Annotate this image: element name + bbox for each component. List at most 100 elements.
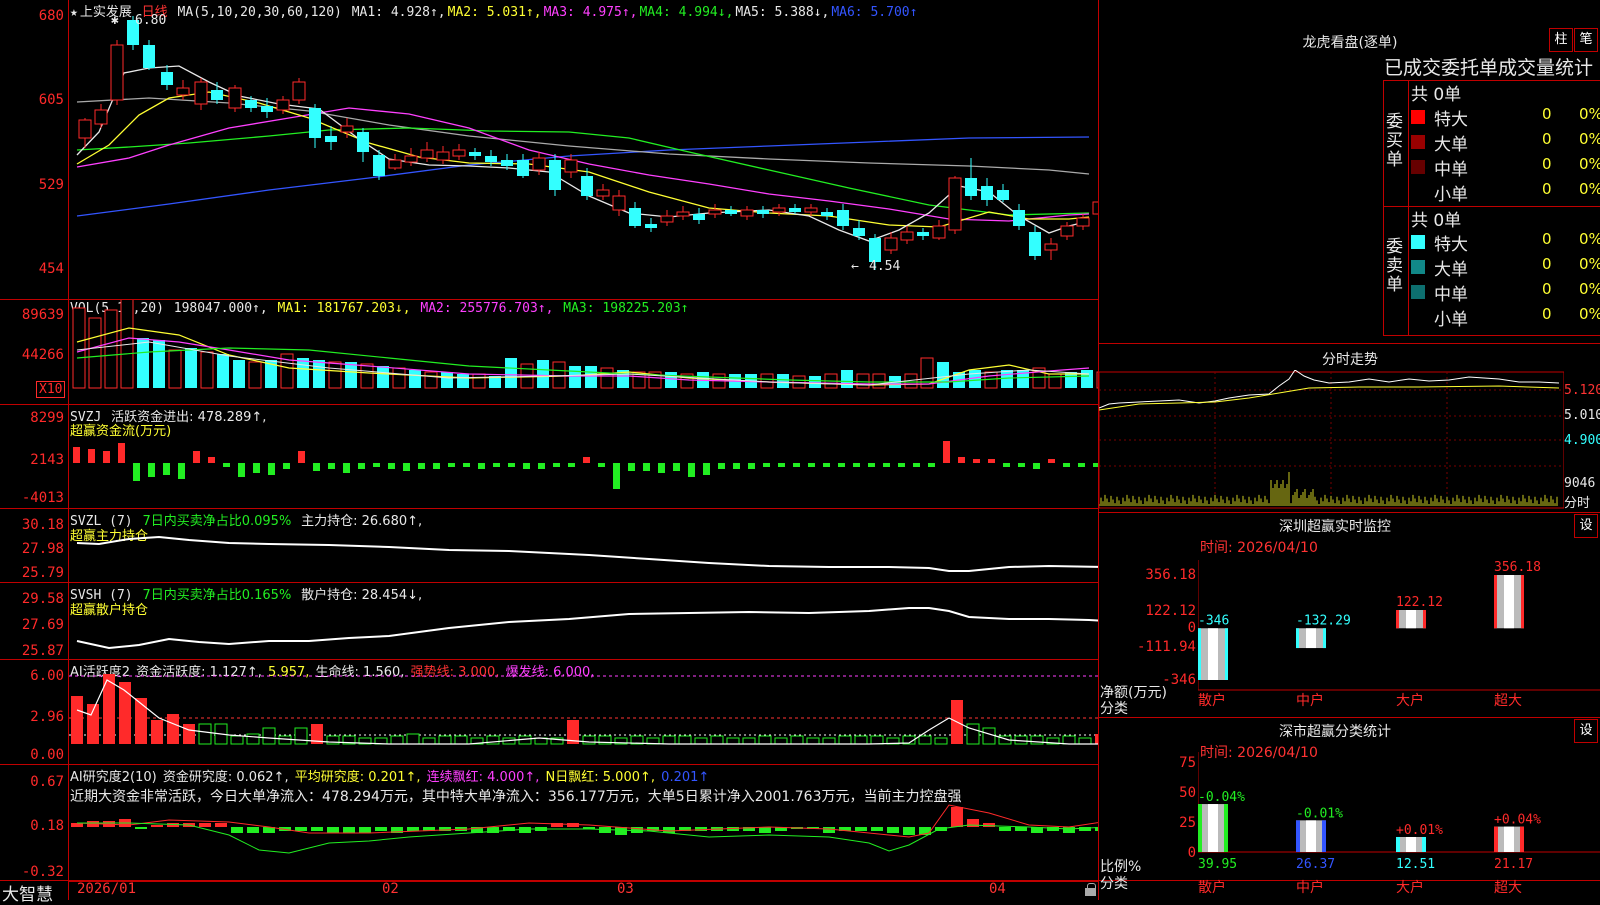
- lh-heading: 已成交委托单成交量统计: [1384, 57, 1594, 79]
- volume-bar: [345, 362, 357, 388]
- volume-bar: [1096, 371, 1098, 389]
- ai1-chart[interactable]: [69, 660, 1098, 764]
- activity-bar: [806, 737, 820, 745]
- sz-value-label: -132.29: [1296, 613, 1351, 628]
- flow-bar: [523, 463, 530, 469]
- buy-row[interactable]: 小单 0 0%: [1411, 180, 1600, 205]
- activity-bar: [982, 727, 996, 745]
- research-bar: [967, 819, 979, 827]
- sc-bar-highlight: [1306, 820, 1316, 852]
- flow-bar: [178, 463, 185, 479]
- buy-row[interactable]: 中单 0 0%: [1411, 155, 1600, 180]
- research-bar: [247, 827, 259, 833]
- y-tick: 25.87: [21, 643, 64, 659]
- sc-category: 大户: [1396, 879, 1424, 896]
- y-tick: 529: [38, 177, 64, 193]
- volume-bar: [569, 366, 581, 388]
- activity-bar: [1062, 735, 1076, 745]
- volume-bar: [665, 372, 677, 388]
- flow-bar: [988, 459, 995, 463]
- sc-bar-highlight: [1208, 804, 1218, 852]
- y-tick: 0: [1187, 845, 1196, 861]
- sz-category: 中户: [1296, 692, 1324, 709]
- sell-row[interactable]: 特大 0 0%: [1411, 230, 1600, 255]
- research-bar: [823, 827, 835, 833]
- volume-bar: [937, 362, 949, 388]
- activity-bar: [934, 737, 948, 745]
- candle-body: [388, 159, 402, 169]
- sell-row[interactable]: 大单 0 0%: [1411, 255, 1600, 280]
- color-swatch: [1411, 285, 1425, 299]
- y-tick: 0.18: [30, 818, 64, 834]
- volume-chart[interactable]: [69, 300, 1098, 404]
- lh-tick-button[interactable]: 笔: [1574, 28, 1598, 52]
- sz-value-label: -346: [1198, 613, 1229, 628]
- flow-bar: [808, 463, 815, 467]
- y-tick: 2143: [30, 452, 64, 468]
- sell-row[interactable]: 中单 0 0%: [1411, 280, 1600, 305]
- research-bar: [951, 807, 963, 827]
- kline-chart[interactable]: 6.80 ✱ 4.54 ←: [69, 0, 1098, 299]
- sz-bar-edge: [1521, 575, 1524, 629]
- svzj-chart[interactable]: [69, 405, 1098, 508]
- buy-row[interactable]: 特大 0 0%: [1411, 105, 1600, 130]
- y-tick: 27.98: [21, 541, 64, 557]
- sz-bar-highlight: [1208, 628, 1218, 680]
- ai2-chart[interactable]: [69, 765, 1098, 880]
- sc-change-label: +0.01%: [1396, 823, 1443, 838]
- activity-bar: [151, 720, 163, 744]
- activity-bar: [406, 733, 420, 745]
- candle-body: [292, 81, 306, 101]
- flow-bar: [1063, 463, 1070, 467]
- sz-settings-button[interactable]: 设: [1574, 514, 1598, 538]
- sz-net-chart[interactable]: -346 散户 -132.29 中户 122.12 大户 356.18 超大: [1198, 560, 1600, 715]
- lh-bar-button[interactable]: 柱: [1549, 28, 1573, 52]
- sc-ratio-chart[interactable]: -0.04% 39.95 散户 -0.01% 26.37 中户 +0.01% 12.51 大户 +…: [1198, 752, 1600, 900]
- svsh-chart[interactable]: [69, 583, 1098, 659]
- candle-body: [517, 160, 529, 176]
- volume-bar: [88, 317, 102, 389]
- flow-bar: [403, 463, 410, 471]
- flow-bar: [103, 451, 110, 463]
- y-tick: 605: [38, 92, 64, 108]
- candle-body: [532, 157, 546, 171]
- flow-bar: [688, 463, 695, 477]
- sz-bar-highlight: [1306, 628, 1316, 649]
- sc-bar-edge: [1422, 836, 1426, 852]
- y-tick: 0.00: [30, 747, 64, 763]
- buy-row[interactable]: 大单 0 0%: [1411, 130, 1600, 155]
- row-pct: 0%: [1579, 130, 1600, 148]
- buy-side-label: 委买单: [1386, 112, 1403, 170]
- sell-row[interactable]: 小单 0 0%: [1411, 305, 1600, 330]
- flow-bar: [148, 463, 155, 477]
- y-tick: 2.96: [30, 709, 64, 725]
- sc-settings-button[interactable]: 设: [1574, 719, 1598, 743]
- sc-bar-edge: [1322, 820, 1326, 852]
- row-name: 特大: [1434, 110, 1468, 130]
- candle-body: [853, 228, 865, 236]
- candle-body: [340, 125, 354, 133]
- ai1-y-axis: 6.00 2.96 0.00: [0, 659, 64, 764]
- svzl-chart[interactable]: [69, 509, 1098, 582]
- flow-bar: [253, 463, 260, 473]
- volume-bar: [872, 373, 886, 389]
- flow-bar: [583, 457, 590, 463]
- flow-bar: [1048, 459, 1055, 463]
- row-count: 0: [1542, 180, 1552, 198]
- y-tick: 9046: [1564, 476, 1596, 491]
- flow-bar: [628, 463, 635, 471]
- ts-mode[interactable]: 分时: [1564, 492, 1590, 511]
- activity-bar: [870, 735, 884, 745]
- timeshare-chart[interactable]: [1099, 370, 1564, 510]
- sz-time: 时间: 2026/04/10: [1200, 540, 1318, 556]
- y-tick: 25: [1179, 815, 1196, 831]
- activity-bar: [198, 723, 212, 745]
- flow-bar: [493, 463, 500, 467]
- flow-bar: [793, 463, 800, 467]
- activity-bar: [183, 724, 195, 744]
- row-count: 0: [1542, 130, 1552, 148]
- candle-body: [757, 210, 769, 214]
- candle-body: [143, 45, 155, 68]
- y-tick: 75: [1179, 755, 1196, 771]
- brand-logo[interactable]: 大智慧: [2, 880, 53, 905]
